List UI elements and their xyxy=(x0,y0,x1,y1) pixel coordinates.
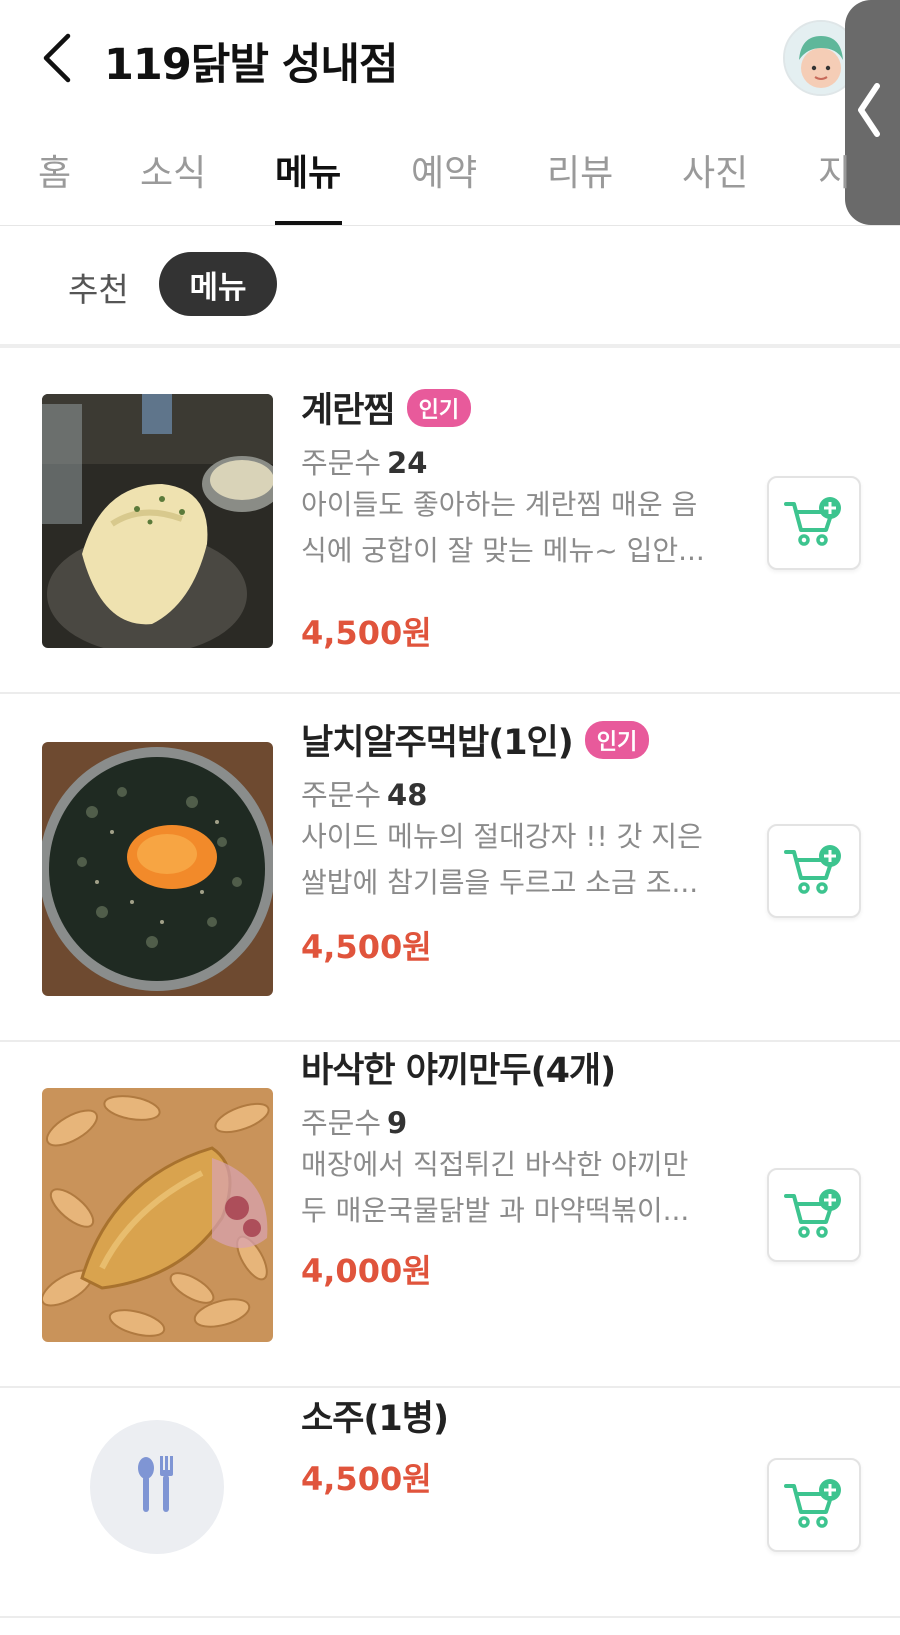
order-count-label: 주문수 xyxy=(301,446,382,480)
back-arrow-icon xyxy=(43,33,71,83)
active-tab-indicator xyxy=(275,221,342,225)
menu-item-price: 4,500원 xyxy=(301,1460,432,1498)
menu-item-photo xyxy=(42,394,273,648)
utensils-icon xyxy=(138,1456,173,1512)
add-to-cart-button[interactable] xyxy=(767,1168,861,1262)
popular-badge: 인기 xyxy=(584,720,650,759)
order-count-label: 주문수 xyxy=(301,1106,382,1140)
tab-home[interactable]: 홈 xyxy=(38,144,71,196)
add-to-cart-button[interactable] xyxy=(767,824,861,918)
tab-review[interactable]: 리뷰 xyxy=(547,144,613,196)
main-tabs: 홈 소식 메뉴 예약 리뷰 사진 지 xyxy=(0,130,900,226)
tab-photo[interactable]: 사진 xyxy=(682,144,748,196)
menu-item-steamed-egg[interactable]: 계란찜 인기 주문수 24 아이들도 좋아하는 계란찜 매운 음 식에 궁합이 잘… xyxy=(0,346,900,694)
menu-item-rice-ball[interactable]: 날치알주먹밥(1인) 인기 주문수 48 사이드 메뉴의 절대강자 !! 갓 지은… xyxy=(0,694,900,1042)
back-button[interactable] xyxy=(38,28,78,88)
subtab-recommended[interactable]: 추천 xyxy=(68,263,129,311)
order-count: 24 xyxy=(387,446,428,480)
subtab-menu[interactable]: 메뉴 xyxy=(159,252,277,316)
cart-add-icon xyxy=(784,497,841,546)
popular-badge: 인기 xyxy=(406,388,472,427)
tab-map[interactable]: 지 xyxy=(818,144,851,196)
cart-add-icon xyxy=(784,1189,841,1238)
order-count: 48 xyxy=(387,778,428,812)
sub-tabs: 추천 메뉴 xyxy=(0,226,900,348)
menu-item-name: 바삭한 야끼만두(4개) xyxy=(301,1051,616,1091)
add-to-cart-button[interactable] xyxy=(767,476,861,570)
menu-item-name: 계란찜 xyxy=(301,391,396,431)
page-title: 119닭발 성내점 xyxy=(104,40,399,90)
order-count: 9 xyxy=(387,1106,408,1140)
menu-item-description: 매장에서 직접튀긴 바삭한 야끼만 두 매운국물닭발 과 마약떡볶이... xyxy=(301,1148,690,1227)
menu-item-name: 소주(1병) xyxy=(301,1399,449,1439)
menu-item-placeholder xyxy=(90,1420,224,1554)
top-bar: 119닭발 성내점 xyxy=(0,0,900,120)
menu-item-price: 4,500원 xyxy=(301,928,432,966)
order-count-label: 주문수 xyxy=(301,778,382,812)
tab-menu[interactable]: 메뉴 xyxy=(275,144,341,196)
menu-item-photo xyxy=(42,1088,273,1342)
add-to-cart-button[interactable] xyxy=(767,1458,861,1552)
menu-item-photo xyxy=(42,742,273,996)
cart-add-icon xyxy=(784,845,841,894)
menu-item-name: 날치알주먹밥(1인) xyxy=(301,723,574,763)
menu-item-dumplings[interactable]: 바삭한 야끼만두(4개) 주문수 9 매장에서 직접튀긴 바삭한 야끼만 두 매운… xyxy=(0,1042,900,1388)
menu-item-price: 4,000원 xyxy=(301,1252,432,1290)
menu-item-description: 사이드 메뉴의 절대강자 !! 갓 지은 쌀밥에 참기름을 두르고 소금 조..… xyxy=(301,820,703,899)
tab-news[interactable]: 소식 xyxy=(140,144,206,196)
menu-item-soju[interactable]: 소주(1병) 4,500원 xyxy=(0,1388,900,1618)
tab-reservation[interactable]: 예약 xyxy=(411,144,477,196)
menu-item-description: 아이들도 좋아하는 계란찜 매운 음 식에 궁합이 잘 맞는 메뉴~ 입안... xyxy=(301,488,705,567)
cart-add-icon xyxy=(784,1479,841,1528)
menu-item-price: 4,500원 xyxy=(301,614,432,652)
